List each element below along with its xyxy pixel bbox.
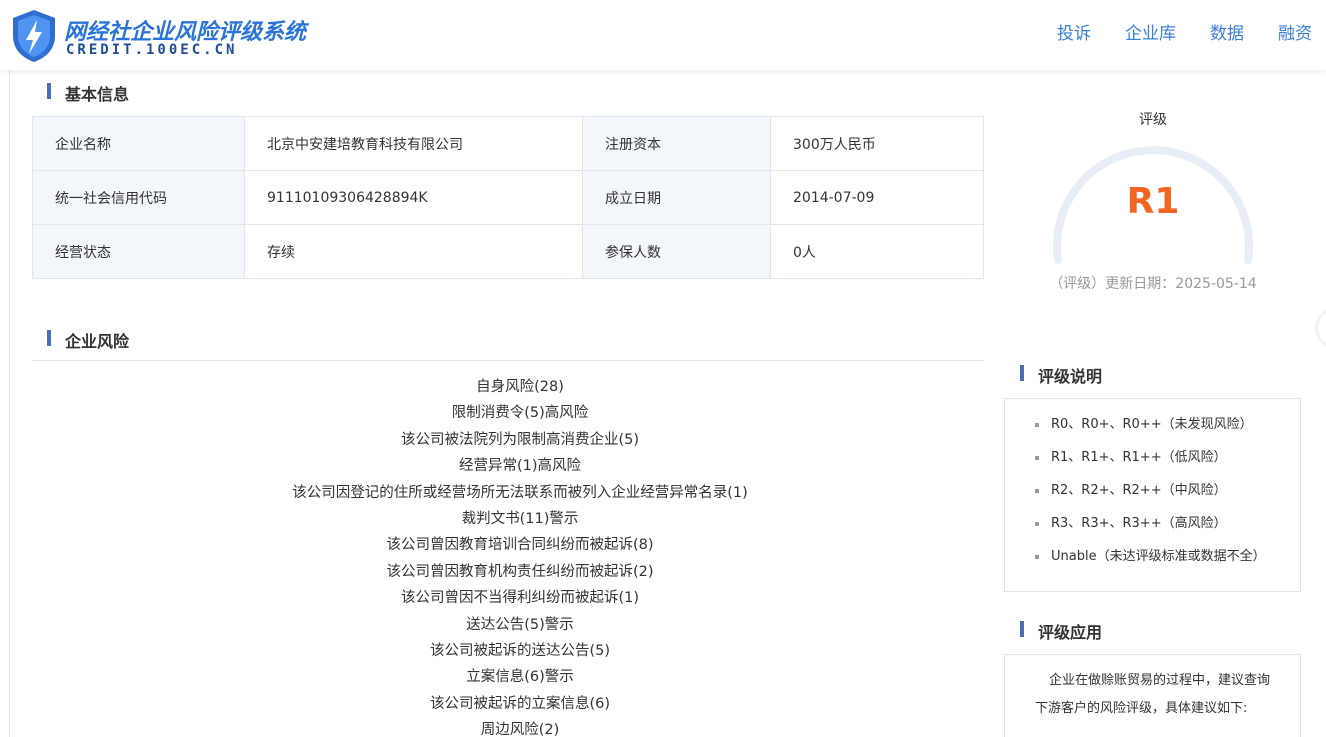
shield-lightning-icon [13, 10, 55, 62]
divider [32, 360, 984, 361]
nav-data[interactable]: 数据 [1210, 19, 1244, 44]
table-row: 统一社会信用代码 91110109306428894K 成立日期 2014-07… [32, 170, 984, 225]
list-item: 该公司被起诉的立案信息(6) [429, 695, 611, 712]
label-credit-code: 统一社会信用代码 [32, 170, 245, 225]
list-item: 送达公告(5)警示 [466, 616, 574, 633]
value-registered-capital: 300万人民币 [770, 116, 984, 171]
label-founded-date: 成立日期 [582, 170, 771, 225]
basic-info-title: 基本信息 [47, 81, 129, 105]
list-item: 经营异常(1)高风险 [458, 458, 582, 475]
nav-complaint[interactable]: 投诉 [1057, 19, 1091, 44]
list-item: Unable（未达评级标准或数据不全） [1035, 543, 1300, 576]
value-insured-count: 0人 [770, 224, 984, 279]
list-item: 该公司曾因不当得利纠纷而被起诉(1) [400, 590, 640, 607]
list-item: 限制消费令(5)高风险 [451, 405, 589, 422]
enterprise-risk-title: 企业风险 [47, 328, 129, 352]
header: 网经社企业风险评级系统 CREDIT.100EC.CN 投诉 企业库 数据 融资 [0, 0, 1326, 70]
value-credit-code: 91110109306428894K [244, 170, 583, 225]
content-border [9, 70, 10, 737]
list-item: R2、R2+、R2++（中风险） [1035, 477, 1300, 510]
rating-application-box: 企业在做赊账贸易的过程中，建议查询下游客户的风险评级，具体建议如下: [1004, 654, 1301, 737]
logo-subtitle: CREDIT.100EC.CN [66, 42, 238, 58]
label-insured-count: 参保人数 [582, 224, 771, 279]
nav-financing[interactable]: 融资 [1278, 19, 1312, 44]
nav-company-library[interactable]: 企业库 [1125, 19, 1176, 44]
list-item: R3、R3+、R3++（高风险） [1035, 510, 1300, 543]
risk-list: 自身风险(28) 限制消费令(5)高风险 该公司被法院列为限制高消费企业(5) … [32, 374, 1008, 737]
list-item: 该公司曾因教育培训合同纠纷而被起诉(8) [386, 537, 654, 554]
list-item: R0、R0+、R0++（未发现风险） [1035, 411, 1300, 444]
list-item: 立案信息(6)警示 [466, 669, 574, 686]
value-company-name: 北京中安建培教育科技有限公司 [244, 116, 583, 171]
table-row: 经营状态 存续 参保人数 0人 [32, 224, 984, 279]
rating-application-text: 企业在做赊账贸易的过程中，建议查询下游客户的风险评级，具体建议如下: [1035, 673, 1271, 716]
list-item: 自身风险(28) [476, 379, 564, 395]
list-item: 该公司因登记的住所或经营场所无法联系而被列入企业经营异常名录(1) [292, 484, 748, 501]
rating-value: R1 [1126, 181, 1180, 222]
list-item: 该公司被法院列为限制高消费企业(5) [400, 431, 640, 448]
rating-application-title: 评级应用 [1020, 619, 1102, 643]
list-item: 周边风险(2) [480, 722, 560, 737]
label-company-name: 企业名称 [32, 116, 245, 171]
rating-explain-list: R0、R0+、R0++（未发现风险） R1、R1+、R1++（低风险） R2、R… [1005, 399, 1300, 576]
value-business-status: 存续 [244, 224, 583, 279]
label-business-status: 经营状态 [32, 224, 245, 279]
value-founded-date: 2014-07-09 [770, 170, 984, 225]
side-float-button[interactable] [1318, 310, 1326, 346]
list-item: 裁判文书(11)警示 [461, 510, 579, 527]
list-item: 该公司被起诉的送达公告(5) [429, 642, 611, 659]
rating-explain-title: 评级说明 [1020, 363, 1102, 387]
basic-info-table: 企业名称 北京中安建培教育科技有限公司 注册资本 300万人民币 统一社会信用代… [32, 116, 984, 279]
rating-explain-box: R0、R0+、R0++（未发现风险） R1、R1+、R1++（低风险） R2、R… [1004, 398, 1301, 592]
list-item: R1、R1+、R1++（低风险） [1035, 444, 1300, 477]
list-item: 该公司曾因教育机构责任纠纷而被起诉(2) [386, 563, 654, 580]
table-row: 企业名称 北京中安建培教育科技有限公司 注册资本 300万人民币 [32, 116, 984, 171]
rating-update-date: （评级）更新日期：2025-05-14 [1049, 276, 1257, 292]
top-nav: 投诉 企业库 数据 融资 [1023, 19, 1312, 44]
rating-label: 评级 [1139, 112, 1167, 128]
site-logo[interactable]: 网经社企业风险评级系统 CREDIT.100EC.CN [10, 8, 306, 64]
label-registered-capital: 注册资本 [582, 116, 771, 171]
rating-gauge: 评级 R1 （评级）更新日期：2025-05-14 [1040, 105, 1266, 305]
